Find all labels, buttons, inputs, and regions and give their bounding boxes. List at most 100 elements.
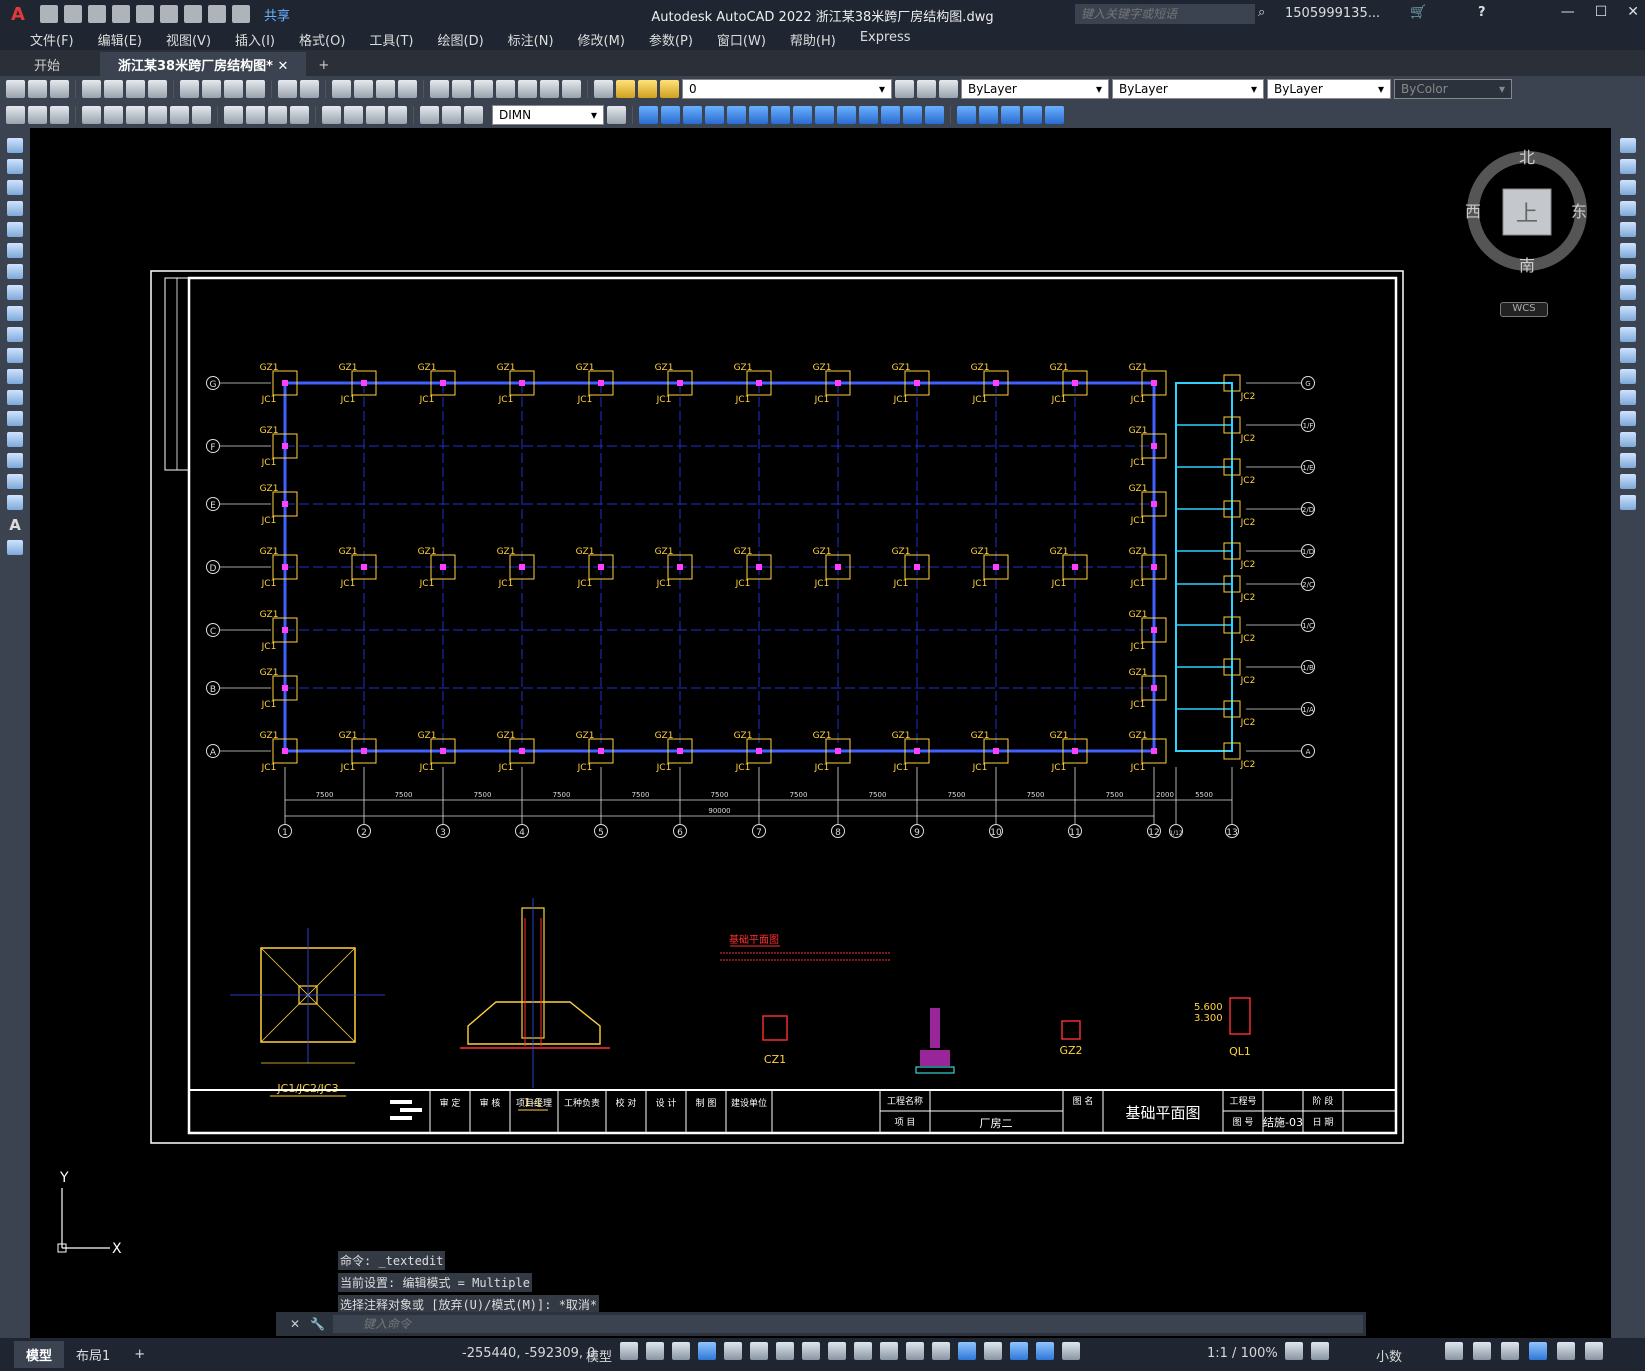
- break-icon[interactable]: [1620, 390, 1636, 405]
- dynamic-input-icon[interactable]: [698, 1342, 716, 1360]
- menu-parametric[interactable]: 参数(P): [637, 28, 705, 50]
- arc-icon[interactable]: [7, 243, 23, 258]
- send-back-icon[interactable]: [1001, 106, 1020, 124]
- explode-icon[interactable]: [1620, 495, 1636, 510]
- snap-icon[interactable]: [646, 1342, 664, 1360]
- spline-icon[interactable]: [7, 306, 23, 321]
- save-web-icon[interactable]: [160, 5, 178, 23]
- lineweight-dropdown[interactable]: ByLayer ▾: [1267, 79, 1391, 99]
- menu-modify[interactable]: 修改(M): [566, 28, 637, 50]
- tab-model[interactable]: 模型: [14, 1341, 65, 1368]
- menu-express[interactable]: Express: [848, 28, 923, 50]
- color-dropdown[interactable]: ByLayer ▾: [961, 79, 1109, 99]
- cut-icon[interactable]: [180, 80, 199, 98]
- break-at-point-icon[interactable]: [1620, 369, 1636, 384]
- search-input[interactable]: [1075, 4, 1255, 24]
- save-icon[interactable]: [50, 80, 69, 98]
- inspection-icon[interactable]: [366, 106, 385, 124]
- grid-icon[interactable]: [620, 1342, 638, 1360]
- auto-scale-icon[interactable]: [1062, 1342, 1080, 1360]
- circle-icon[interactable]: [7, 264, 23, 279]
- plus-icon[interactable]: [1311, 1342, 1329, 1360]
- table-icon[interactable]: [7, 495, 23, 510]
- menu-dimension[interactable]: 标注(N): [496, 28, 566, 50]
- plot-icon[interactable]: [184, 5, 202, 23]
- arc-length-icon[interactable]: [82, 106, 101, 124]
- make-current-icon[interactable]: [895, 80, 914, 98]
- offset-icon[interactable]: [1620, 201, 1636, 216]
- quick-properties-icon[interactable]: [1445, 1342, 1463, 1360]
- infer-icon[interactable]: [672, 1342, 690, 1360]
- close-icon[interactable]: ✕: [1627, 4, 1639, 20]
- chamfer-icon[interactable]: [1620, 432, 1636, 447]
- layer-previous-icon[interactable]: [917, 80, 936, 98]
- mirror-icon[interactable]: [1620, 180, 1636, 195]
- scale-icon[interactable]: [1620, 285, 1636, 300]
- mtext-icon[interactable]: A: [9, 516, 21, 534]
- cart-icon[interactable]: 🛒: [1410, 5, 1426, 20]
- pan-icon[interactable]: [332, 80, 351, 98]
- aligned-dim-icon[interactable]: [50, 106, 69, 124]
- dim-update-icon[interactable]: [464, 106, 483, 124]
- rectangle-icon[interactable]: [7, 222, 23, 237]
- copy-obj-icon[interactable]: [639, 106, 658, 124]
- wrench-icon[interactable]: 🔧: [310, 1317, 325, 1331]
- trim-icon[interactable]: [1620, 327, 1636, 342]
- quick-dim-icon[interactable]: [6, 106, 25, 124]
- linetype-dropdown[interactable]: ByLayer ▾: [1112, 79, 1264, 99]
- clean-screen-icon[interactable]: [1557, 1342, 1575, 1360]
- menu-tools[interactable]: 工具(T): [357, 28, 425, 50]
- fillet-icon[interactable]: [1620, 453, 1636, 468]
- layer-dropdown[interactable]: 0 ▾: [682, 79, 892, 99]
- open-web-icon[interactable]: [136, 5, 154, 23]
- undo-icon[interactable]: [278, 80, 297, 98]
- gear-icon[interactable]: [1285, 1342, 1303, 1360]
- angular-icon[interactable]: [192, 106, 211, 124]
- offset-icon[interactable]: [683, 106, 702, 124]
- plotstyle-dropdown[interactable]: ByColor ▾: [1394, 79, 1512, 99]
- trim-icon[interactable]: [815, 106, 834, 124]
- calculator-icon[interactable]: [540, 80, 559, 98]
- ordinate-icon[interactable]: [104, 106, 123, 124]
- sun-icon[interactable]: [638, 80, 657, 98]
- new-icon[interactable]: [40, 5, 58, 23]
- save-as-icon[interactable]: [112, 5, 130, 23]
- break-point-icon[interactable]: [859, 106, 878, 124]
- diameter-icon[interactable]: [170, 106, 189, 124]
- add-selected-icon[interactable]: [7, 540, 23, 555]
- wcs-menu[interactable]: WCS: [1500, 302, 1548, 317]
- preview-icon[interactable]: [104, 80, 123, 98]
- object-snap-tracking-icon[interactable]: [802, 1342, 820, 1360]
- break-icon[interactable]: [290, 106, 309, 124]
- isodraft-icon[interactable]: [776, 1342, 794, 1360]
- extend-icon[interactable]: [1620, 348, 1636, 363]
- design-center-icon[interactable]: [452, 80, 471, 98]
- ellipse-arc-icon[interactable]: [7, 348, 23, 363]
- menu-window[interactable]: 窗口(W): [705, 28, 778, 50]
- lightbulb-icon[interactable]: [616, 80, 635, 98]
- radius-icon[interactable]: [126, 106, 145, 124]
- point-icon[interactable]: [7, 411, 23, 426]
- polyline-icon[interactable]: [7, 180, 23, 195]
- minimize-icon[interactable]: —: [1561, 4, 1575, 20]
- baseline-icon[interactable]: [224, 106, 243, 124]
- open-icon[interactable]: [28, 80, 47, 98]
- maximize-icon[interactable]: ☐: [1595, 4, 1608, 20]
- markup-icon[interactable]: [518, 80, 537, 98]
- gizmo-icon[interactable]: [1010, 1342, 1028, 1360]
- stretch-icon[interactable]: [1620, 306, 1636, 321]
- move-icon[interactable]: [727, 106, 746, 124]
- copy-icon[interactable]: [1620, 159, 1636, 174]
- plot-icon[interactable]: [82, 80, 101, 98]
- rotate-icon[interactable]: [749, 106, 768, 124]
- viewcube[interactable]: 上 北 南 东 西: [1463, 145, 1591, 275]
- dim-text-edit-icon[interactable]: [442, 106, 461, 124]
- zoom-realtime-icon[interactable]: [354, 80, 373, 98]
- space-icon[interactable]: [268, 106, 287, 124]
- menu-help[interactable]: 帮助(H): [778, 28, 848, 50]
- revision-cloud-icon[interactable]: [7, 285, 23, 300]
- redo-icon[interactable]: [300, 80, 319, 98]
- mirror-icon[interactable]: [661, 106, 680, 124]
- 3d-dwf-icon[interactable]: [148, 80, 167, 98]
- lock-icon[interactable]: [660, 80, 679, 98]
